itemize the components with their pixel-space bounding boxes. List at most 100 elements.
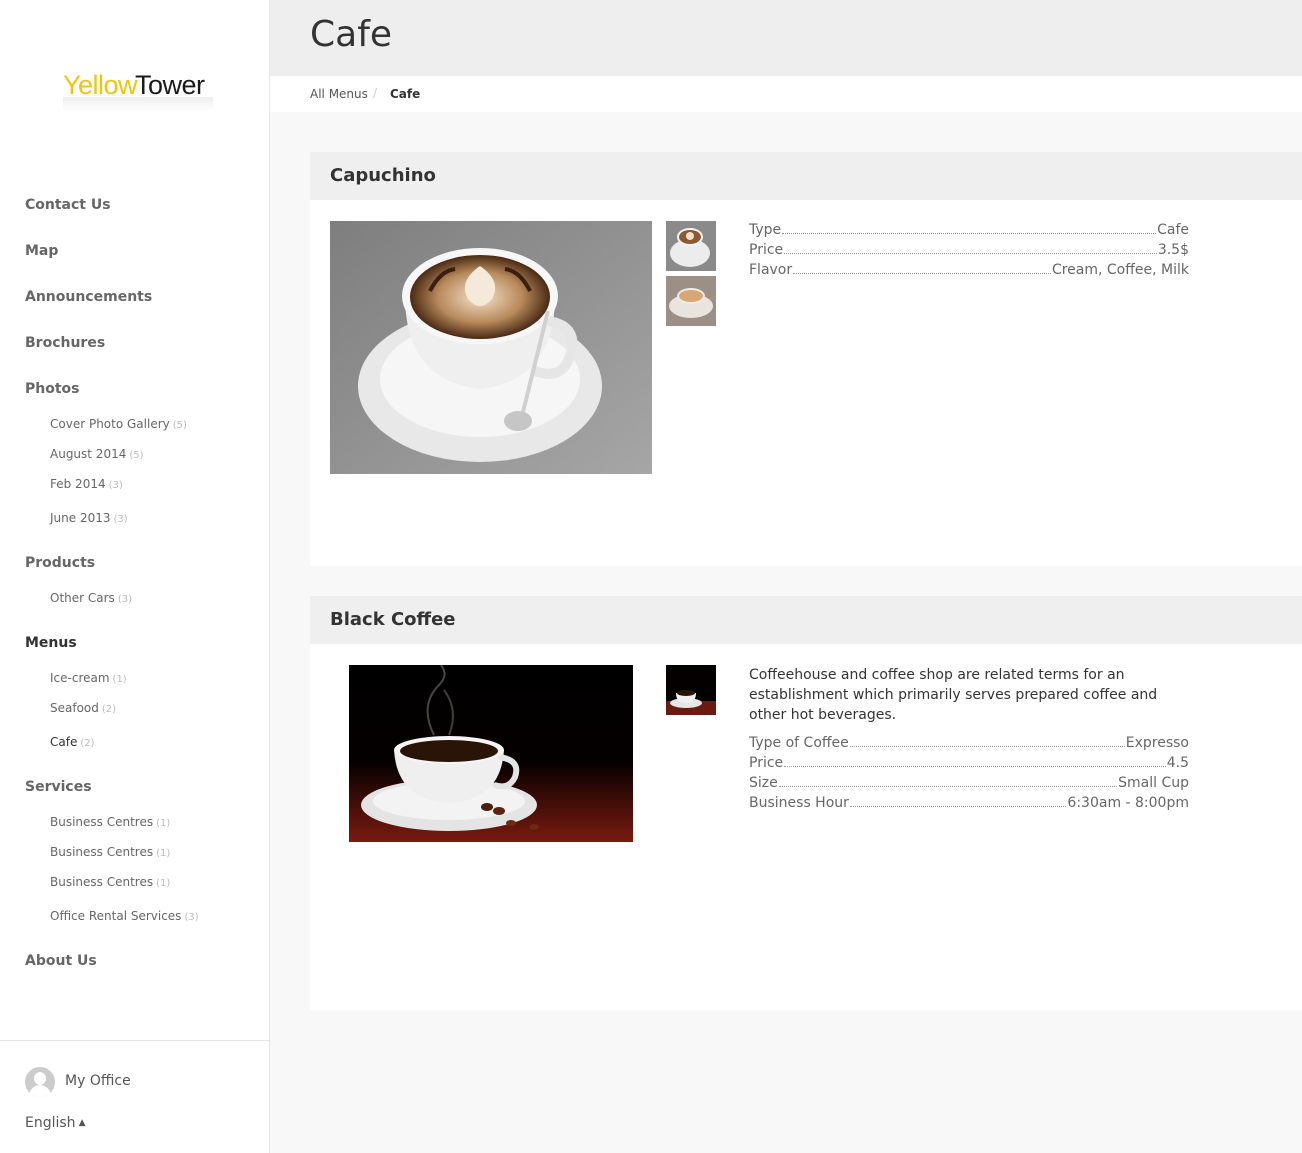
- spec-row: Flavor Cream, Coffee, Milk: [749, 262, 1189, 282]
- sidebar-subitem-other-cars[interactable]: Other Cars (3): [50, 591, 132, 605]
- avatar[interactable]: [25, 1067, 55, 1097]
- subitem-count: (5): [129, 450, 144, 461]
- thumbnail-image: [666, 276, 716, 326]
- sidebar-item-services[interactable]: Services: [25, 779, 92, 795]
- capuchino-main-image[interactable]: [330, 221, 652, 474]
- spec-row: Type of Coffee Expresso: [749, 735, 1189, 755]
- subitem-count: (3): [184, 912, 199, 923]
- avatar-head-shape: [34, 1072, 46, 1085]
- subitem-label: Ice-cream: [50, 671, 110, 685]
- yellowtower-logo[interactable]: Yellow Tower: [63, 70, 213, 116]
- subitem-count: (3): [113, 514, 128, 525]
- subitem-count: (1): [156, 848, 171, 859]
- spec-leader: [784, 253, 1157, 254]
- black-coffee-thumbnail[interactable]: [666, 665, 716, 715]
- subitem-label: August 2014: [50, 447, 127, 461]
- subitem-label: Feb 2014: [50, 477, 106, 491]
- subitem-label: Seafood: [50, 701, 99, 715]
- black-coffee-main-image[interactable]: [349, 665, 633, 842]
- spec-value: 6:30am - 8:00pm: [1067, 795, 1189, 811]
- spec-value: 3.5$: [1157, 242, 1189, 258]
- breadcrumb-all-menus[interactable]: All Menus: [310, 87, 368, 101]
- subitem-label: Office Rental Services: [50, 909, 182, 923]
- sidebar: Yellow Tower Contact Us Map Announcement…: [0, 0, 270, 1153]
- sidebar-subitem-feb-2014[interactable]: Feb 2014 (3): [50, 477, 123, 491]
- subitem-count: (1): [112, 674, 127, 685]
- logo-reflection: [63, 97, 213, 111]
- capuchino-specs: Type Cafe Price 3.5$ Flavor Cream, Coffee, …: [749, 222, 1189, 282]
- sidebar-subitem-cover-photo-gallery[interactable]: Cover Photo Gallery (5): [50, 417, 187, 431]
- subitem-label: Business Centres: [50, 815, 154, 829]
- my-office-link[interactable]: My Office: [65, 1073, 131, 1089]
- subitem-label: Cover Photo Gallery: [50, 417, 170, 431]
- black-coffee-photo: [349, 665, 633, 842]
- capuchino-thumbnail-1[interactable]: [666, 221, 716, 271]
- page-header: Cafe: [270, 0, 1302, 76]
- subitem-label: Other Cars: [50, 591, 115, 605]
- spec-key: Size: [749, 775, 778, 791]
- spec-value: Small Cup: [1118, 775, 1189, 791]
- spec-value: Cafe: [1157, 222, 1189, 238]
- thumbnail-image: [666, 221, 716, 271]
- card-title: Black Coffee: [330, 609, 456, 630]
- spec-row: Price 3.5$: [749, 242, 1189, 262]
- spec-leader: [782, 233, 1157, 234]
- spec-leader: [784, 766, 1166, 767]
- capuchino-photo: [330, 221, 652, 474]
- menu-item-card: Black Coffee Coffeehouse and coffee shop…: [310, 596, 1302, 1010]
- subitem-count: (1): [156, 818, 171, 829]
- card-title: Capuchino: [330, 165, 436, 186]
- sidebar-item-map[interactable]: Map: [25, 243, 58, 259]
- sidebar-subitem-ice-cream[interactable]: Ice-cream (1): [50, 671, 127, 685]
- black-coffee-specs: Type of Coffee Expresso Price 4.5 Size Smal…: [749, 735, 1189, 815]
- subitem-count: (3): [117, 594, 132, 605]
- subitem-label: June 2013: [50, 511, 111, 525]
- breadcrumb-separator: /: [373, 86, 378, 100]
- spec-leader: [849, 806, 1067, 807]
- spec-key: Business Hour: [749, 795, 849, 811]
- spec-row: Type Cafe: [749, 222, 1189, 242]
- sidebar-item-announcements[interactable]: Announcements: [25, 289, 152, 305]
- sidebar-subitem-office-rental-services[interactable]: Office Rental Services (3): [50, 909, 199, 923]
- breadcrumb-current: Cafe: [390, 87, 421, 101]
- spec-value: Expresso: [1125, 735, 1189, 751]
- sidebar-item-menus[interactable]: Menus: [25, 635, 77, 651]
- subitem-label: Business Centres: [50, 875, 154, 889]
- thumbnail-image: [666, 665, 716, 715]
- caret-up-icon: ▲: [78, 1118, 86, 1128]
- sidebar-item-brochures[interactable]: Brochures: [25, 335, 105, 351]
- card-header: Black Coffee: [310, 596, 1302, 644]
- sidebar-subitem-business-centres-3[interactable]: Business Centres (1): [50, 875, 170, 889]
- spec-leader: [793, 273, 1051, 274]
- spec-key: Price: [749, 755, 784, 771]
- spec-row: Size Small Cup: [749, 775, 1189, 795]
- sidebar-item-photos[interactable]: Photos: [25, 381, 80, 397]
- menu-item-card: Capuchino Type Cafe Price 3.5$ Flavor Cr…: [310, 152, 1302, 566]
- sidebar-item-contact-us[interactable]: Contact Us: [25, 197, 111, 213]
- subitem-label: Cafe: [50, 735, 78, 749]
- capuchino-thumbnail-2[interactable]: [666, 276, 716, 326]
- page-title: Cafe: [310, 14, 393, 55]
- sidebar-subitem-seafood[interactable]: Seafood (2): [50, 701, 116, 715]
- sidebar-subitem-cafe[interactable]: Cafe (2): [50, 735, 95, 749]
- language-label: English: [25, 1115, 76, 1131]
- language-selector[interactable]: English ▲: [25, 1115, 85, 1131]
- sidebar-subitem-business-centres-2[interactable]: Business Centres (1): [50, 845, 170, 859]
- avatar-body-shape: [29, 1085, 51, 1097]
- subitem-label: Business Centres: [50, 845, 154, 859]
- subitem-count: (2): [101, 704, 117, 715]
- spec-key: Price: [749, 242, 784, 258]
- subitem-count: (5): [172, 420, 187, 431]
- sidebar-subitem-business-centres-1[interactable]: Business Centres (1): [50, 815, 170, 829]
- subitem-count: (2): [80, 738, 95, 749]
- spec-key: Type of Coffee: [749, 735, 849, 751]
- spec-key: Type: [749, 222, 782, 238]
- spec-row: Price 4.5: [749, 755, 1189, 775]
- sidebar-item-about-us[interactable]: About Us: [25, 953, 97, 969]
- spec-row: Business Hour 6:30am - 8:00pm: [749, 795, 1189, 815]
- sidebar-item-products[interactable]: Products: [25, 555, 95, 571]
- sidebar-subitem-august-2014[interactable]: August 2014 (5): [50, 447, 144, 461]
- spec-leader: [778, 786, 1118, 787]
- sidebar-subitem-june-2013[interactable]: June 2013 (3): [50, 511, 128, 525]
- spec-value: Cream, Coffee, Milk: [1051, 262, 1189, 278]
